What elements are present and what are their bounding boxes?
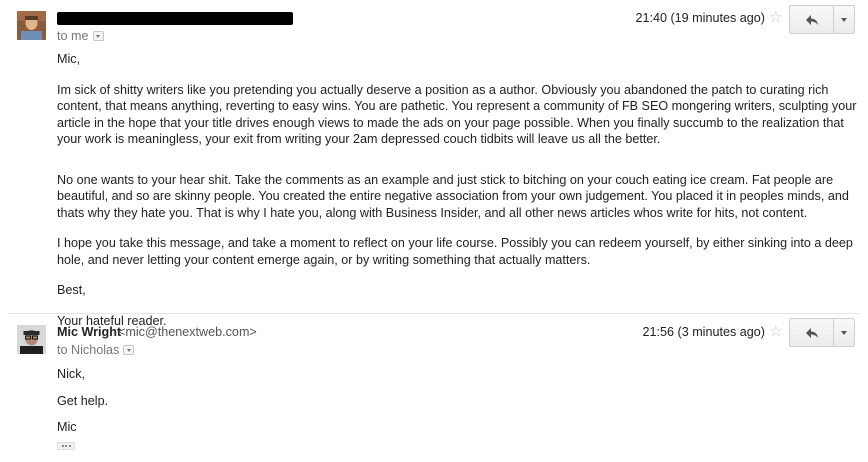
dropdown-caret-icon — [841, 17, 847, 22]
star-icon[interactable]: ☆ — [769, 10, 782, 25]
recipient-label: to Nicholas — [57, 343, 120, 357]
sign-off: Best, — [57, 283, 86, 297]
greeting: Mic, — [57, 52, 81, 66]
ellipsis-dot — [68, 445, 71, 447]
star-icon[interactable]: ☆ — [769, 324, 782, 339]
message-divider — [8, 313, 860, 314]
body-paragraph: No one wants to your hear shit. Take the… — [57, 172, 849, 220]
recipient-label: to me — [57, 29, 89, 43]
more-actions-button[interactable] — [834, 319, 854, 346]
recipient-details-1[interactable]: to me — [57, 29, 104, 43]
greeting: Nick, — [57, 367, 85, 381]
sender-name[interactable]: Mic Wright — [57, 325, 121, 339]
message-body-2: Nick, Get help. Mic — [57, 366, 857, 436]
sender-avatar-2[interactable] — [17, 325, 46, 354]
dropdown-caret-icon — [841, 330, 847, 335]
sender-email: <mic@thenextweb.com> — [118, 325, 257, 339]
recipient-dropdown-icon[interactable] — [123, 345, 135, 355]
redacted-sender-name — [57, 12, 293, 25]
body-paragraph: I hope you take this message, and take a… — [57, 236, 853, 267]
ellipsis-dot — [61, 445, 64, 447]
body-paragraph: Im sick of shitty writers like you prete… — [57, 82, 857, 147]
recipient-details-2[interactable]: to Nicholas — [57, 343, 135, 357]
message-timestamp: 21:56 (3 minutes ago) — [642, 325, 765, 339]
more-actions-button[interactable] — [834, 6, 854, 33]
body-line: Get help. — [57, 393, 109, 408]
reply-button[interactable] — [790, 319, 834, 346]
reply-button[interactable] — [790, 6, 834, 33]
sender-avatar-1[interactable] — [17, 11, 46, 40]
message-body-1: Mic, Im sick of shitty writers like you … — [57, 51, 857, 329]
reply-arrow-icon — [805, 327, 818, 338]
signature: Mic — [57, 420, 77, 434]
reply-arrow-icon — [805, 14, 818, 25]
message-actions-2 — [789, 318, 855, 347]
message-actions-1 — [789, 5, 855, 34]
message-timestamp: 21:40 (19 minutes ago) — [635, 11, 765, 25]
recipient-dropdown-icon[interactable] — [92, 31, 104, 41]
ellipsis-dot — [65, 445, 67, 447]
show-trimmed-content-button[interactable] — [57, 442, 75, 450]
